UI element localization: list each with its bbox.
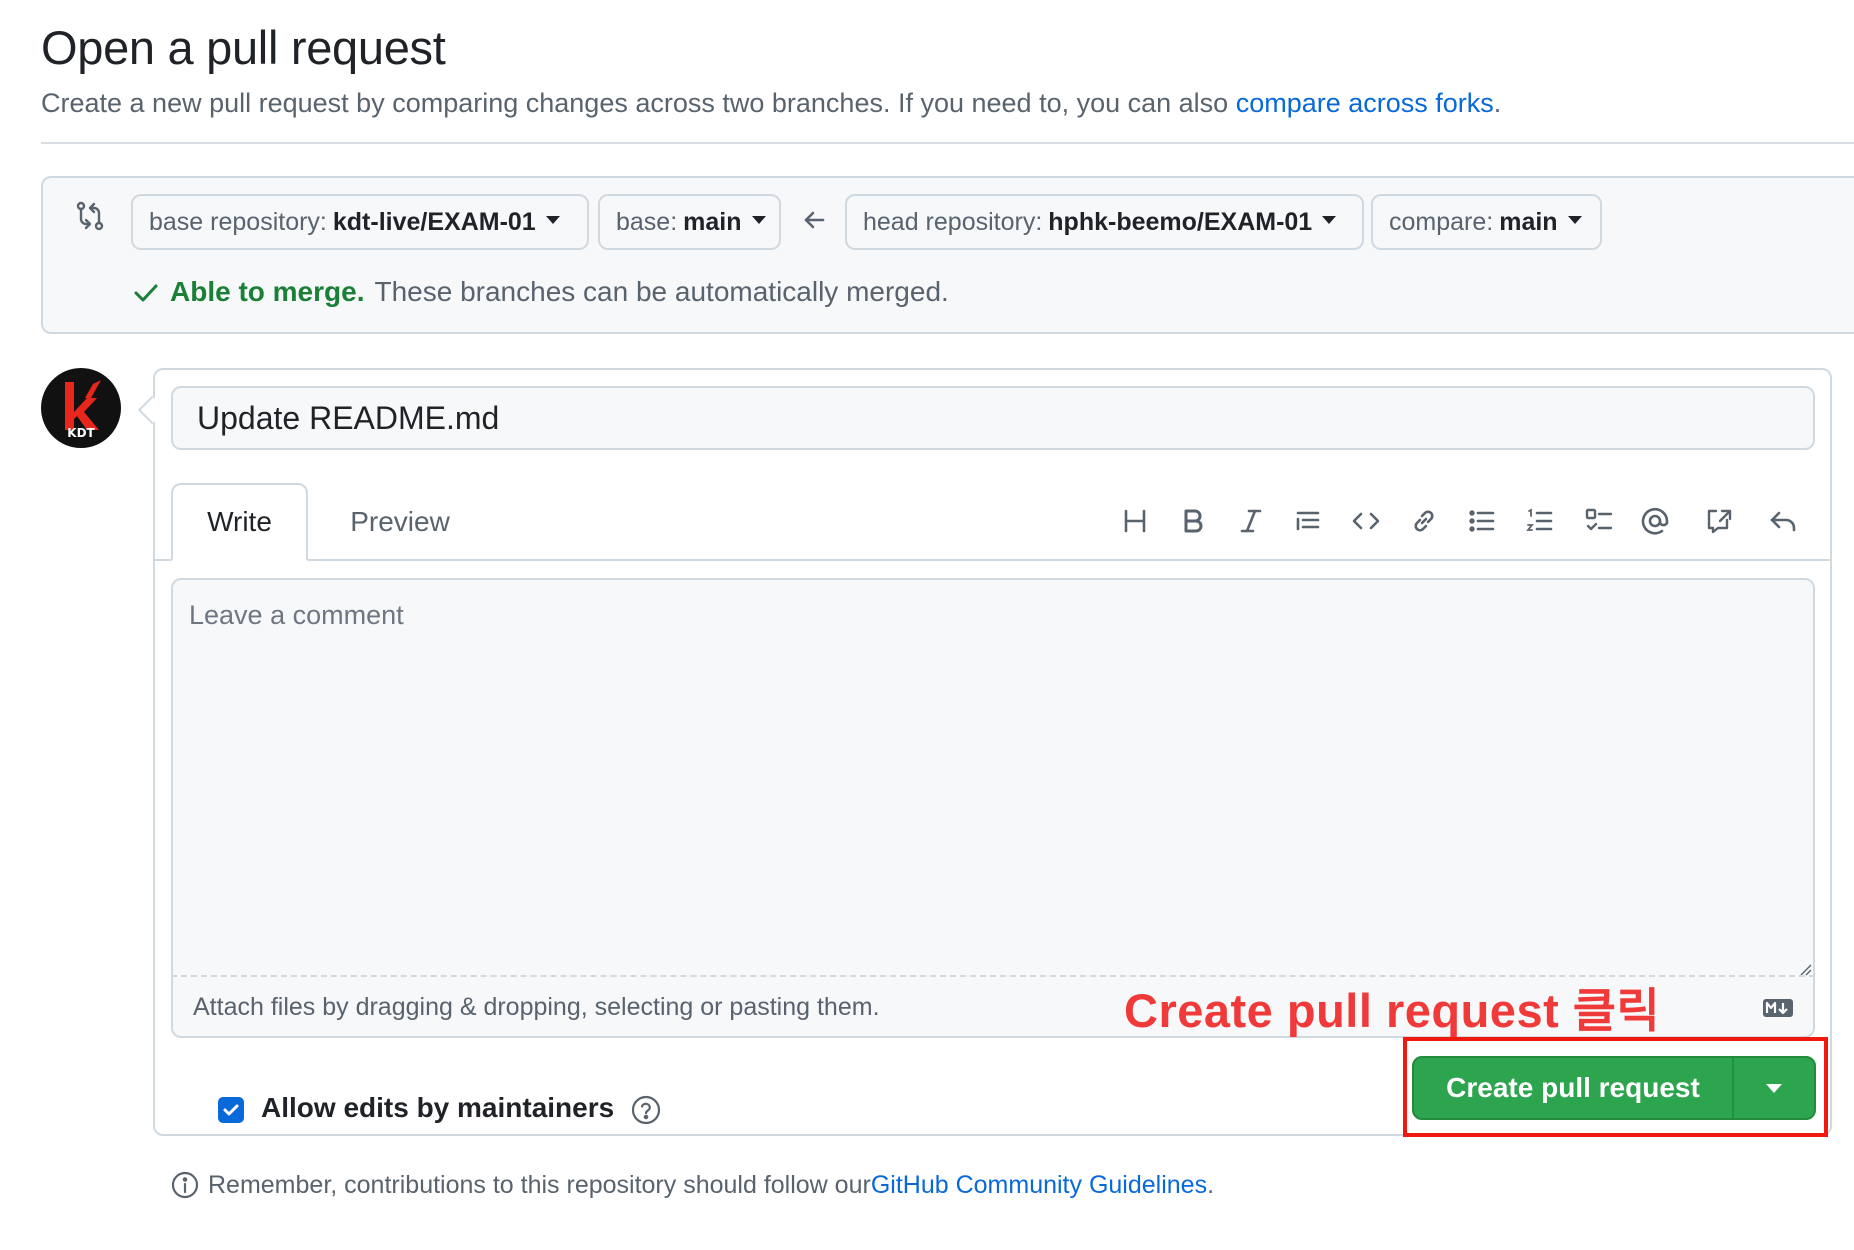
head-repository-label: head repository: <box>863 207 1043 236</box>
tab-preview[interactable]: Preview <box>330 483 470 561</box>
resize-handle-icon[interactable] <box>1798 962 1812 976</box>
chevron-down-icon <box>751 216 766 224</box>
unordered-list-icon[interactable] <box>1465 504 1499 538</box>
guidelines-notice: Remember, contributions to this reposito… <box>170 1170 1214 1200</box>
reference-icon[interactable] <box>1702 504 1736 538</box>
compare-branch-value: main <box>1499 207 1558 236</box>
bold-icon[interactable] <box>1176 504 1210 538</box>
allow-edits-checkbox[interactable] <box>218 1097 244 1123</box>
head-repository-value: hphk-beemo/EXAM-01 <box>1048 207 1313 236</box>
allow-edits-label[interactable]: Allow edits by maintainers <box>261 1092 614 1124</box>
code-icon[interactable] <box>1349 504 1383 538</box>
ordered-list-icon[interactable] <box>1523 504 1557 538</box>
chevron-down-icon <box>1766 1083 1782 1093</box>
create-options-dropdown[interactable] <box>1734 1058 1814 1118</box>
arrow-left-icon <box>804 211 825 229</box>
title-input[interactable] <box>171 386 1815 450</box>
reply-icon[interactable] <box>1766 504 1800 538</box>
community-guidelines-link[interactable]: GitHub Community Guidelines <box>871 1171 1207 1200</box>
task-list-icon[interactable] <box>1582 504 1616 538</box>
base-branch-select[interactable]: base: main <box>598 194 781 250</box>
italic-icon[interactable] <box>1234 504 1268 538</box>
attach-files-text[interactable]: Attach files by dragging & dropping, sel… <box>193 993 880 1022</box>
subtitle-end: . <box>1493 88 1502 118</box>
header-divider <box>41 142 1854 144</box>
annotation-text: Create pull request 클릭 <box>1124 984 1661 1037</box>
merge-status: Able to merge. These branches can be aut… <box>132 276 949 308</box>
comment-textarea[interactable] <box>187 598 1791 962</box>
checkmark-icon <box>223 1104 239 1116</box>
git-compare-icon <box>76 201 104 231</box>
base-branch-value: main <box>683 207 742 236</box>
avatar-text: KDT <box>67 426 95 440</box>
link-icon[interactable] <box>1407 504 1441 538</box>
chevron-down-icon <box>1322 216 1337 224</box>
chevron-down-icon <box>1567 216 1582 224</box>
check-icon <box>134 284 158 302</box>
chevron-down-icon <box>545 216 560 224</box>
guidelines-end: . <box>1207 1170 1215 1199</box>
tab-write[interactable]: Write <box>171 483 308 561</box>
compare-branch-select[interactable]: compare: main <box>1371 194 1602 250</box>
page-title: Open a pull request <box>41 21 446 74</box>
page-subtitle: Create a new pull request by comparing c… <box>41 88 1501 119</box>
base-repository-select[interactable]: base repository: kdt-live/EXAM-01 <box>131 194 589 250</box>
merge-status-bold: Able to merge. <box>170 276 365 307</box>
mention-icon[interactable] <box>1638 504 1672 538</box>
head-repository-select[interactable]: head repository: hphk-beemo/EXAM-01 <box>845 194 1364 250</box>
create-pull-request-button[interactable]: Create pull request <box>1414 1058 1732 1118</box>
guidelines-text: Remember, contributions to this reposito… <box>208 1170 871 1199</box>
compare-branch-label: compare: <box>1389 207 1494 236</box>
markdown-icon[interactable] <box>1762 998 1794 1018</box>
question-icon[interactable] <box>630 1094 662 1126</box>
quote-icon[interactable] <box>1291 504 1325 538</box>
base-repository-label: base repository: <box>149 207 327 236</box>
heading-icon[interactable] <box>1118 504 1152 538</box>
create-pull-request-button-group: Create pull request <box>1412 1056 1816 1120</box>
subtitle-text: Create a new pull request by comparing c… <box>41 88 1236 118</box>
merge-status-text: These branches can be automatically merg… <box>374 276 949 307</box>
base-repository-value: kdt-live/EXAM-01 <box>332 207 536 236</box>
base-branch-label: base: <box>616 207 678 236</box>
info-icon <box>171 1171 199 1199</box>
avatar[interactable]: KDT <box>41 368 121 448</box>
compare-across-forks-link[interactable]: compare across forks <box>1236 88 1494 118</box>
